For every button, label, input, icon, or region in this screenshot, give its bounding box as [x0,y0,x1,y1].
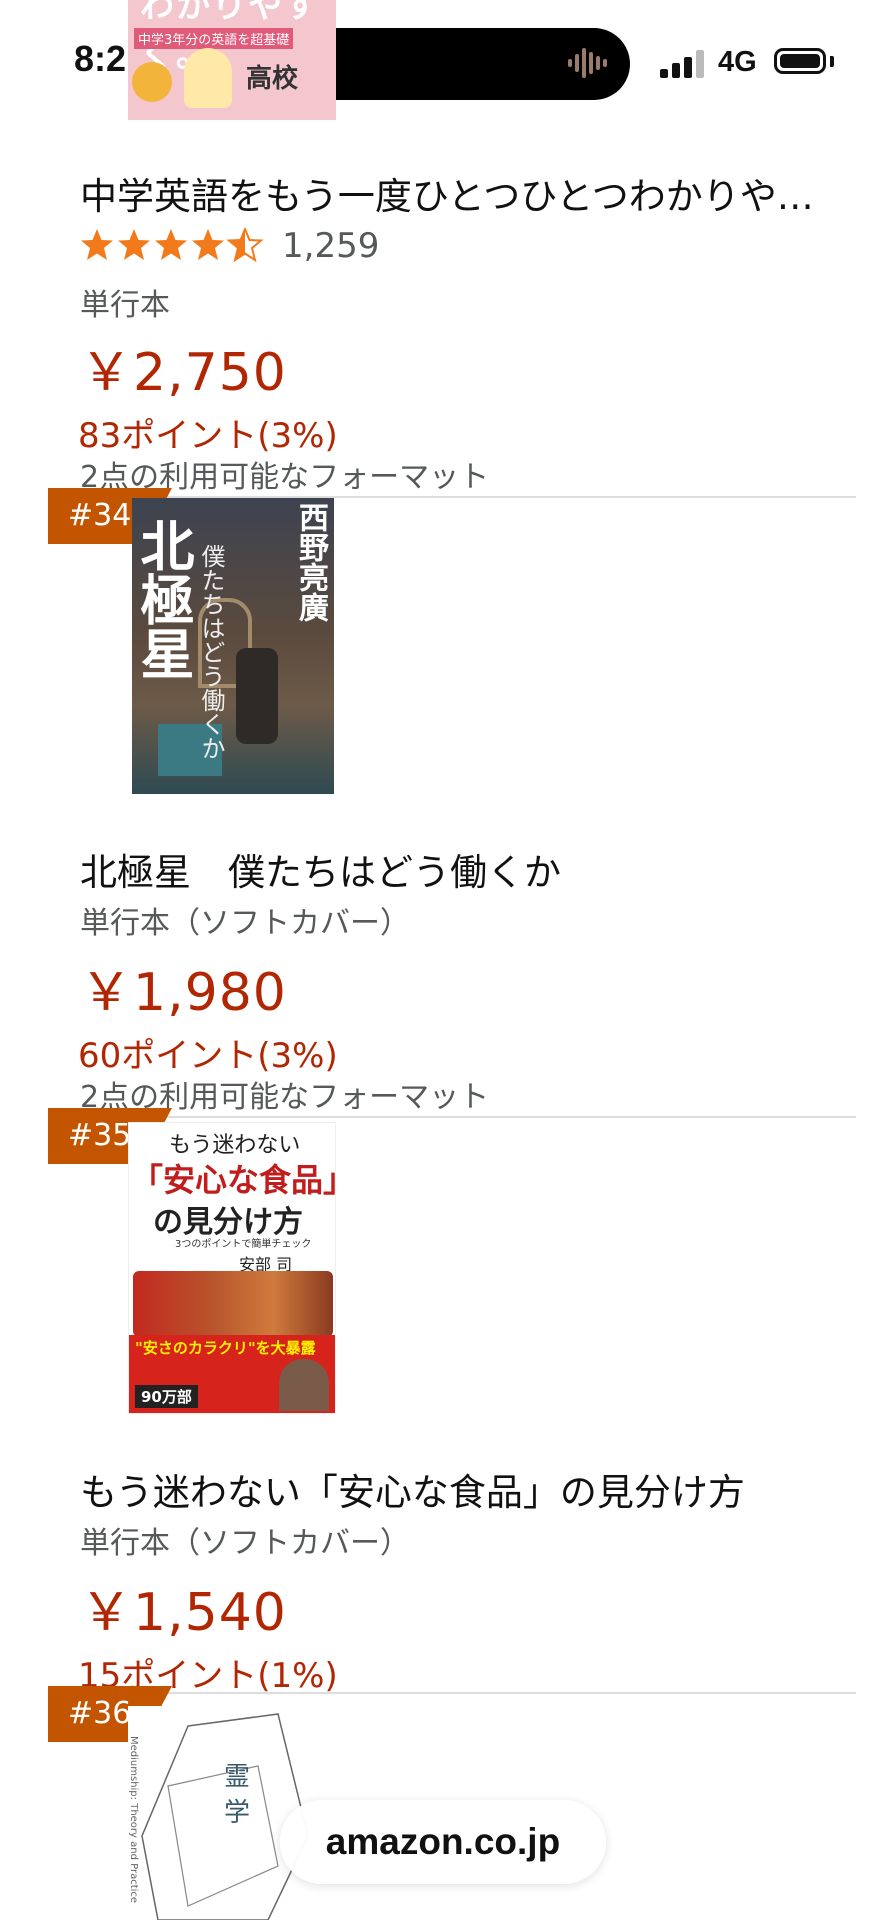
url-domain-pill[interactable]: amazon.co.jp [280,1800,606,1884]
cover-badge: 90万部 [135,1385,198,1408]
network-type: 4G [718,46,757,78]
cover-food-image [133,1271,333,1337]
cover-tagline: 3つのポイントで簡単チェック [175,1239,312,1250]
battery-cap [830,56,834,67]
product-title[interactable]: 中学英語をもう一度ひとつひとつわかりや… [80,166,840,220]
price: ￥2,750 [80,343,287,403]
product-title[interactable]: もう迷わない「安心な食品」の見分け方 [80,1462,870,1516]
rating-stars[interactable] [80,228,270,264]
book-cover[interactable]: もう迷わない 「安心な食品」 の見分け方 3つのポイントで簡単チェック 安部 司… [128,1122,336,1414]
cover-subtitle: 僕たちはどう働くか [197,544,225,760]
price: ￥1,540 [80,1583,287,1643]
product-title[interactable]: 北極星 僕たちはどう働くか [80,842,840,896]
cover-banner: 中学3年分の英語を超基礎 [134,28,294,49]
cover-character [184,48,232,108]
star-icon [118,229,150,260]
cover-author-photo [279,1359,329,1411]
star-icon [192,229,224,260]
cover-main-title: 「安心な食品」 [131,1161,336,1199]
cover-title: 北極星 [132,518,195,680]
review-count[interactable]: 1,259 [282,226,379,266]
star-icon [155,229,187,260]
cover-side-text: Mediumship: Theory and Practice [128,1736,139,1904]
cover-author: 西野亮廣 [293,502,328,622]
cellular-signal-icon [660,50,706,78]
price: ￥1,980 [80,963,287,1023]
book-cover[interactable]: わかりやすく。 中学3年分の英語を超基礎 高校 [128,0,336,120]
cover-char: 霊 [224,1762,251,1792]
cover-figure [236,648,278,744]
format-label: 単行本（ソフトカバー） [80,1526,410,1561]
battery-icon [774,48,826,74]
divider [48,1692,856,1694]
cover-band-text: "安さのカラクリ"を大暴露 [135,1339,316,1357]
book-cover[interactable]: 北極星 僕たちはどう働くか 西野亮廣 [132,498,334,794]
cover-char: 学 [224,1798,251,1828]
divider [48,1116,856,1118]
cover-tag: 高校 [246,64,299,94]
star-icon [81,229,113,260]
format-label: 単行本（ソフトカバー） [80,906,410,941]
waveform-icon [568,48,607,78]
cover-medal [132,62,172,102]
points: 83ポイント(3%) [78,416,338,456]
points: 60ポイント(3%) [78,1036,338,1076]
format-label: 単行本 [80,288,170,323]
